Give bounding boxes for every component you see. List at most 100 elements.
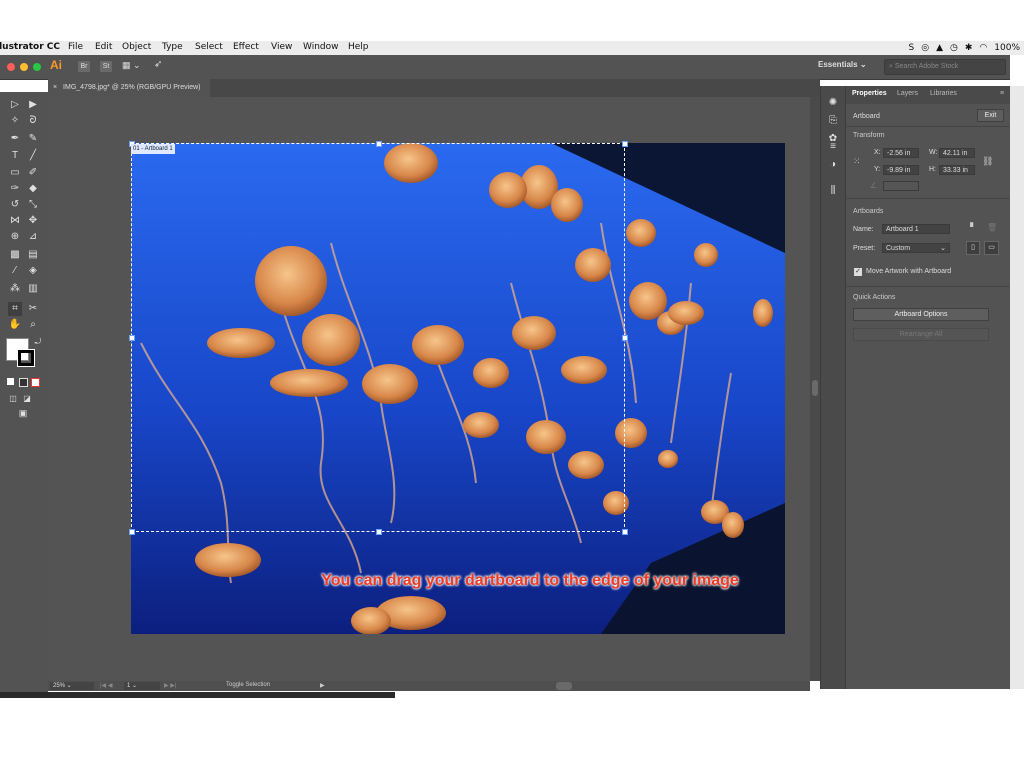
menu-file[interactable]: File (68, 42, 83, 52)
constrain-proportions-icon[interactable]: ⛓ (982, 156, 993, 167)
color-mode-icon[interactable] (7, 378, 14, 385)
line-tool-icon[interactable]: ╱ (26, 149, 40, 163)
color-panel-icon[interactable]: ✺ (826, 96, 840, 110)
status-menu-arrow-icon[interactable]: ▶ (320, 682, 325, 689)
panel-menu-icon[interactable]: ≡ (1000, 90, 1004, 97)
artboard-prev-icons[interactable]: |◀ ◀ (100, 682, 112, 689)
screen-mode-icon[interactable]: ▣ (16, 406, 30, 420)
reference-point-icon[interactable]: ⁙ (853, 156, 861, 167)
menu-effect[interactable]: Effect (233, 42, 259, 52)
artboard-next-icons[interactable]: ▶ ▶| (164, 682, 176, 689)
vertical-scrollbar[interactable] (810, 97, 820, 681)
new-artboard-icon[interactable]: ▝ (967, 223, 973, 232)
artboard-tool-icon[interactable]: ⌗ (8, 302, 22, 316)
artboard-handle-bl[interactable] (129, 529, 135, 535)
status-mode[interactable]: Toggle Selection (226, 682, 270, 688)
artboard-handle-br[interactable] (622, 529, 628, 535)
vertical-scroll-thumb[interactable] (812, 380, 818, 396)
rocket-icon[interactable]: ➶ (154, 59, 162, 70)
x-field[interactable]: -2.56 in (883, 148, 919, 158)
tab-properties[interactable]: Properties (852, 90, 887, 97)
artboard-name-field[interactable]: Artboard 1 (882, 224, 950, 234)
minimize-window-button[interactable] (20, 63, 28, 71)
artboard-options-button[interactable]: Artboard Options (853, 308, 989, 321)
magic-wand-icon[interactable]: ✧ (8, 114, 22, 128)
tab-layers[interactable]: Layers (897, 90, 918, 97)
symbol-sprayer-icon[interactable]: ⁂ (8, 282, 22, 296)
cc-icon[interactable]: ◎ (921, 43, 929, 53)
arrange-documents-icon[interactable]: ▦ ⌄ (122, 60, 141, 71)
menu-object[interactable]: Object (122, 42, 151, 52)
w-field[interactable]: 42.11 in (939, 148, 975, 158)
menu-help[interactable]: Help (348, 42, 369, 52)
appearance-panel-icon[interactable]: ◑ (826, 158, 840, 172)
zoom-window-button[interactable] (33, 63, 41, 71)
curvature-tool-icon[interactable]: ✎ (26, 132, 40, 146)
scale-tool-icon[interactable]: ⤡ (26, 198, 40, 212)
eyedropper-icon[interactable]: ⁄ (8, 264, 22, 278)
artboard-number-field[interactable]: 1 ⌄ (124, 682, 160, 690)
graph-tool-icon[interactable]: ▥ (26, 282, 40, 296)
stroke-swatch[interactable] (17, 349, 35, 367)
move-artwork-checkbox[interactable]: ✓ (854, 268, 862, 276)
align-panel-icon[interactable]: ⫼ (826, 184, 840, 198)
lasso-icon[interactable]: ᘐ (26, 114, 40, 128)
slice-tool-icon[interactable]: ✂ (26, 302, 40, 316)
stock-search-input[interactable]: ⌕ Search Adobe Stock (884, 59, 1006, 75)
wifi-icon[interactable]: ◠ (979, 43, 987, 53)
exit-button[interactable]: Exit (977, 109, 1004, 122)
bridge-button[interactable]: Br (78, 61, 90, 72)
shape-builder-icon[interactable]: ⊕ (8, 230, 22, 244)
timemachine-icon[interactable]: ◷ (950, 43, 958, 53)
portrait-icon[interactable]: ▯ (966, 241, 980, 255)
artboard-handle-mr[interactable] (622, 335, 628, 341)
workspace-switcher[interactable]: Essentials ⌄ (818, 60, 867, 69)
none-mode-icon[interactable] (31, 378, 40, 387)
tab-libraries[interactable]: Libraries (930, 90, 957, 97)
artboard-handle-ml[interactable] (129, 335, 135, 341)
artboard-handle-tc[interactable] (376, 141, 382, 147)
swap-colors-icon[interactable]: ⤾ (31, 335, 45, 349)
width-tool-icon[interactable]: ⋈ (8, 214, 22, 228)
menu-view[interactable]: View (271, 42, 292, 52)
gradient-tool-icon[interactable]: ▤ (26, 248, 40, 262)
libraries-panel-icon[interactable]: ⎘ (826, 114, 840, 128)
artboard-handle-bc[interactable] (376, 529, 382, 535)
skype-icon[interactable]: S (909, 43, 915, 53)
draw-behind-icon[interactable]: ◪ (20, 392, 34, 406)
free-transform-icon[interactable]: ✥ (26, 214, 40, 228)
stroke-panel-icon[interactable]: ≡ (826, 140, 840, 154)
blend-tool-icon[interactable]: ◈ (26, 264, 40, 278)
selection-tool-icon[interactable]: ▷ (8, 98, 22, 112)
hand-tool-icon[interactable]: ✋ (8, 318, 22, 332)
type-tool-icon[interactable]: T (8, 149, 22, 163)
zoom-level-field[interactable]: 25% ⌄ (50, 682, 94, 690)
draw-mode-icon[interactable]: ◫ (6, 392, 20, 406)
h-field[interactable]: 33.33 in (939, 165, 975, 175)
pen-tool-icon[interactable]: ✒ (8, 132, 22, 146)
zoom-tool-icon[interactable]: ⌕ (26, 318, 40, 332)
close-tab-icon[interactable]: × (48, 84, 57, 91)
perspective-grid-icon[interactable]: ⊿ (26, 230, 40, 244)
shaper-tool-icon[interactable]: ✑ (8, 182, 22, 196)
mesh-tool-icon[interactable]: ▩ (8, 248, 22, 262)
menu-edit[interactable]: Edit (95, 42, 112, 52)
landscape-icon[interactable]: ▭ (984, 241, 999, 255)
horizontal-scroll-thumb[interactable] (556, 682, 572, 690)
menu-window[interactable]: Window (303, 42, 339, 52)
y-field[interactable]: -9.89 in (883, 165, 919, 175)
artboard-bounds[interactable] (131, 143, 625, 532)
menu-type[interactable]: Type (162, 42, 183, 52)
eraser-icon[interactable]: ◆ (26, 182, 40, 196)
close-window-button[interactable] (7, 63, 15, 71)
direct-selection-tool-icon[interactable]: ▶ (26, 98, 40, 112)
gradient-mode-icon[interactable] (19, 378, 28, 387)
menu-select[interactable]: Select (195, 42, 223, 52)
app-menu-name[interactable]: llustrator CC (0, 42, 60, 52)
rectangle-tool-icon[interactable]: ▭ (8, 166, 22, 180)
document-tab[interactable]: × IMG_4798.jpg* @ 25% (RGB/GPU Preview) (48, 79, 210, 97)
display-icon[interactable]: ▲ (936, 43, 943, 53)
rotate-tool-icon[interactable]: ↺ (8, 198, 22, 212)
artboard-handle-tr[interactable] (622, 141, 628, 147)
preset-select[interactable]: Custom ⌄ (882, 243, 950, 253)
